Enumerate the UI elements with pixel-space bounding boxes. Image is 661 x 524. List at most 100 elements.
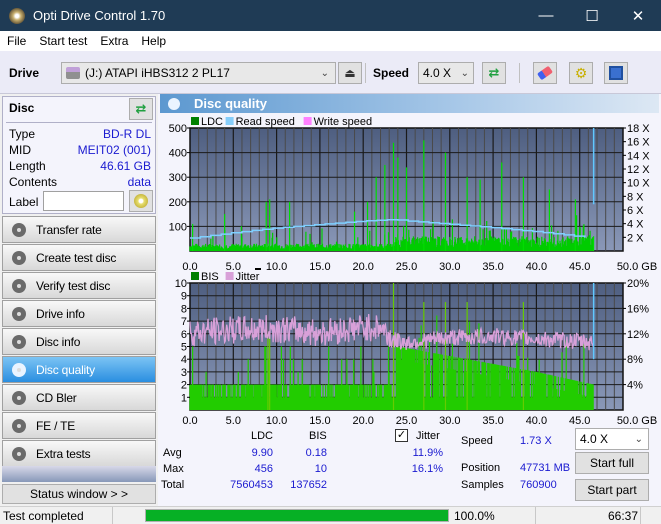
disc-icon bbox=[12, 334, 26, 349]
x-tick-label: 25.0 bbox=[396, 261, 417, 273]
label-input[interactable] bbox=[43, 191, 124, 211]
save-icon bbox=[609, 66, 623, 80]
close-button[interactable]: ✕ bbox=[615, 0, 661, 31]
disc-length-row: Length 46.61 GB bbox=[9, 159, 151, 173]
speed-value: 4.0 X bbox=[423, 66, 452, 80]
refresh-icon: ⇄ bbox=[135, 101, 147, 116]
minimize-button[interactable]: — bbox=[523, 0, 569, 31]
nav-disc-quality[interactable]: Disc quality bbox=[2, 356, 156, 383]
max-label: Max bbox=[163, 463, 184, 475]
y2-tick-label: 14 X bbox=[627, 150, 650, 162]
disc-icon bbox=[134, 194, 148, 208]
speed-label: Speed bbox=[373, 66, 410, 80]
status-window-button[interactable]: Status window > > bbox=[2, 484, 156, 504]
save-button[interactable] bbox=[604, 62, 628, 84]
app-icon bbox=[9, 7, 25, 24]
menu-file[interactable]: File bbox=[0, 34, 32, 48]
menu-start-test[interactable]: Start test bbox=[32, 34, 93, 48]
legend-label: Jitter bbox=[236, 271, 260, 283]
y-tick-label: 1 bbox=[181, 392, 187, 404]
x-tick-label: 20.0 bbox=[352, 415, 373, 424]
speed-select[interactable]: 4.0 X ⌄ bbox=[418, 62, 474, 84]
nav-label: Disc quality bbox=[36, 362, 95, 377]
start-part-button[interactable]: Start part bbox=[575, 479, 649, 501]
y-tick-label: 4 bbox=[181, 354, 187, 366]
eject-button[interactable]: ⏏ bbox=[338, 62, 362, 84]
erase-button[interactable] bbox=[533, 62, 557, 84]
y2-tick-label: 16% bbox=[627, 303, 649, 315]
contents-value: data bbox=[127, 175, 151, 189]
disc-quality-panel: Disc quality 500 400 300 200 100 18 X 16 X 14 X… bbox=[158, 94, 661, 506]
nav-drive-info[interactable]: Drive info bbox=[2, 300, 156, 327]
legend-swatch bbox=[303, 117, 312, 125]
y2-tick-label: 10 X bbox=[627, 178, 650, 190]
nav-cd-bler[interactable]: CD Bler bbox=[2, 384, 156, 411]
disc-refresh-button[interactable]: ⇄ bbox=[129, 98, 153, 120]
chevron-down-icon: ⌄ bbox=[320, 67, 329, 79]
refresh-button[interactable]: ⇄ bbox=[482, 62, 506, 84]
x-tick-label: 15.0 bbox=[309, 261, 330, 273]
samples-value: 760900 bbox=[520, 479, 557, 491]
label-disc-button[interactable] bbox=[129, 190, 153, 212]
y-tick-label: 500 bbox=[169, 123, 187, 135]
nav-verify-test-disc[interactable]: Verify test disc bbox=[2, 272, 156, 299]
label-label: Label bbox=[9, 195, 39, 209]
y-tick-label: 3 bbox=[181, 367, 187, 379]
disc-icon bbox=[12, 222, 26, 237]
y2-tick-label: 20% bbox=[627, 278, 649, 290]
mid-label: MID bbox=[9, 143, 31, 157]
disc-type-row: Type BD-R DL bbox=[9, 127, 151, 141]
menu-bar: File Start test Extra Help bbox=[0, 31, 661, 51]
nav-create-test-disc[interactable]: Create test disc bbox=[2, 244, 156, 271]
nav-transfer-rate[interactable]: Transfer rate bbox=[2, 216, 156, 243]
divider bbox=[112, 507, 113, 524]
avg-label: Avg bbox=[163, 447, 182, 459]
avg-jitter: 11.9% bbox=[412, 447, 443, 459]
y2-tick-label: 18 X bbox=[627, 123, 650, 135]
total-ldc: 7560453 bbox=[230, 479, 273, 491]
menu-help[interactable]: Help bbox=[134, 34, 172, 48]
toolbar-divider bbox=[365, 63, 366, 83]
test-speed-select[interactable]: 4.0 X ⌄ bbox=[575, 428, 649, 450]
x-tick-label: 20.0 bbox=[352, 261, 373, 273]
x-tick-label: 25.0 bbox=[396, 415, 417, 424]
nav-fe-te[interactable]: FE / TE bbox=[2, 412, 156, 439]
maximize-button[interactable]: ☐ bbox=[569, 0, 615, 31]
avg-ldc: 9.90 bbox=[251, 447, 273, 459]
x-tick-label: 0.0 bbox=[182, 415, 197, 424]
drive-label: Drive bbox=[9, 66, 40, 80]
y2-tick-label: 16 X bbox=[627, 137, 650, 149]
eject-icon: ⏏ bbox=[344, 66, 356, 80]
disc-panel: Disc ⇄ Type BD-R DL MID MEIT02 (001) Lengt… bbox=[2, 96, 156, 214]
y2-tick-label: 4% bbox=[627, 380, 643, 392]
speed-readout-label: Speed bbox=[461, 435, 493, 447]
x-tick-label: 10.0 bbox=[266, 261, 287, 273]
legend-swatch bbox=[225, 272, 234, 280]
length-value: 46.61 GB bbox=[100, 159, 151, 173]
disc-mid-row: MID MEIT02 (001) bbox=[9, 143, 151, 157]
contents-label: Contents bbox=[9, 175, 58, 189]
start-full-button[interactable]: Start full bbox=[575, 452, 649, 474]
nav-label: Drive info bbox=[36, 306, 85, 321]
nav-extra-tests[interactable]: Extra tests bbox=[2, 440, 156, 467]
legend-label: Write speed bbox=[314, 116, 373, 128]
settings-button[interactable]: ⚙ bbox=[569, 62, 593, 84]
y-tick-label: 9 bbox=[181, 291, 187, 303]
total-label: Total bbox=[161, 479, 185, 491]
jitter-checkbox[interactable]: ✓ bbox=[395, 429, 408, 442]
y-tick-label: 200 bbox=[169, 197, 187, 209]
position-label: Position bbox=[461, 462, 501, 474]
avg-bis: 0.18 bbox=[305, 447, 327, 459]
x-tick-label: 30.0 bbox=[439, 415, 460, 424]
progress-fill bbox=[146, 510, 448, 521]
drive-select[interactable]: (J:) ATAPI iHBS312 2 PL17 ⌄ bbox=[61, 62, 336, 84]
menu-extra[interactable]: Extra bbox=[93, 34, 134, 48]
y-tick-label: 8 bbox=[181, 303, 187, 315]
nav-label: Create test disc bbox=[36, 250, 117, 265]
stats-col-bis: BIS bbox=[309, 430, 327, 442]
y2-tick-label: 12 X bbox=[627, 164, 650, 176]
legend-label: Read speed bbox=[236, 116, 295, 128]
drive-value: (J:) ATAPI iHBS312 2 PL17 bbox=[85, 66, 230, 80]
x-tick-label: 50.0 GB bbox=[617, 261, 657, 273]
nav-disc-info[interactable]: Disc info bbox=[2, 328, 156, 355]
